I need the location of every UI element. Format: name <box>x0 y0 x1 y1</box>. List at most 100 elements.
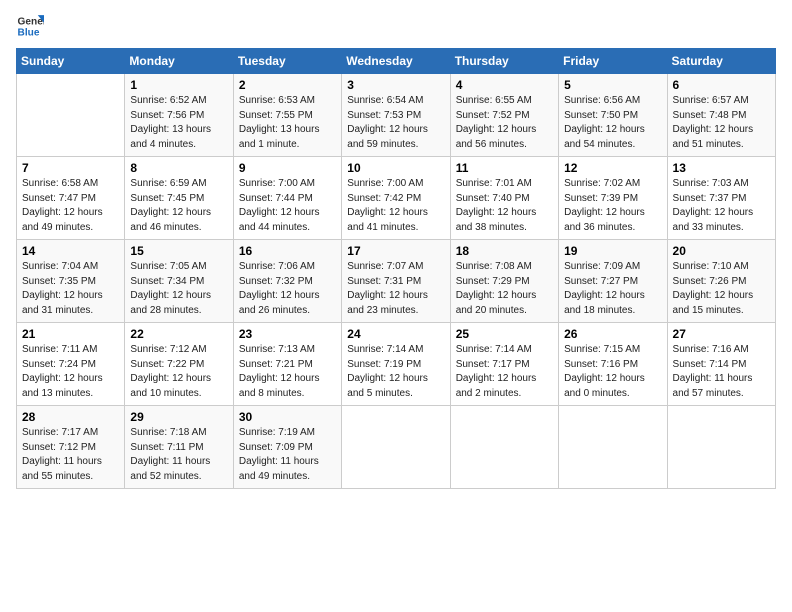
day-number: 16 <box>239 244 336 258</box>
calendar-cell: 13Sunrise: 7:03 AM Sunset: 7:37 PM Dayli… <box>667 157 775 240</box>
calendar-week-0: 1Sunrise: 6:52 AM Sunset: 7:56 PM Daylig… <box>17 74 776 157</box>
calendar-cell <box>342 406 450 489</box>
calendar-cell: 30 Sunrise: 7:19 AM Sunset: 7:09 PM Dayli… <box>233 406 341 489</box>
header: General Blue <box>16 12 776 40</box>
day-number: 10 <box>347 161 444 175</box>
day-number: 2 <box>239 78 336 92</box>
day-info: Sunrise: 7:11 AM Sunset: 7:24 PM Dayligh… <box>22 343 119 401</box>
day-info: Sunrise: 7:06 AM Sunset: 7:32 PM Dayligh… <box>239 260 336 318</box>
day-number: 22 <box>130 327 227 341</box>
day-info: Sunrise: 7:08 AM Sunset: 7:29 PM Dayligh… <box>456 260 553 318</box>
day-number: 19 <box>564 244 661 258</box>
logo: General Blue <box>16 12 48 40</box>
calendar-cell <box>667 406 775 489</box>
day-info: Sunrise: 6:58 AM Sunset: 7:47 PM Dayligh… <box>22 177 119 235</box>
day-number: 21 <box>22 327 119 341</box>
weekday-sunday: Sunday <box>17 49 125 74</box>
calendar-cell: 27 Sunrise: 7:16 AM Sunset: 7:14 PM Dayli… <box>667 323 775 406</box>
day-number: 23 <box>239 327 336 341</box>
day-info: Sunrise: 7:00 AM Sunset: 7:44 PM Dayligh… <box>239 177 336 235</box>
calendar-cell: 19 Sunrise: 7:09 AM Sunset: 7:27 PM Dayli… <box>559 240 667 323</box>
calendar-cell: 7 Sunrise: 6:58 AM Sunset: 7:47 PM Daylig… <box>17 157 125 240</box>
svg-text:General: General <box>18 16 44 27</box>
day-info: Sunrise: 7:17 AM Sunset: 7:12 PM Dayligh… <box>22 426 119 484</box>
day-number: 14 <box>22 244 119 258</box>
calendar-week-1: 7 Sunrise: 6:58 AM Sunset: 7:47 PM Daylig… <box>17 157 776 240</box>
logo-icon: General Blue <box>16 12 44 40</box>
calendar-week-2: 14 Sunrise: 7:04 AM Sunset: 7:35 PM Dayli… <box>17 240 776 323</box>
calendar-cell: 14 Sunrise: 7:04 AM Sunset: 7:35 PM Dayli… <box>17 240 125 323</box>
calendar-cell: 17 Sunrise: 7:07 AM Sunset: 7:31 PM Dayli… <box>342 240 450 323</box>
day-number: 18 <box>456 244 553 258</box>
day-number: 30 <box>239 410 336 424</box>
calendar-cell: 3Sunrise: 6:54 AM Sunset: 7:53 PM Daylig… <box>342 74 450 157</box>
calendar-cell: 23 Sunrise: 7:13 AM Sunset: 7:21 PM Dayli… <box>233 323 341 406</box>
day-info: Sunrise: 7:18 AM Sunset: 7:11 PM Dayligh… <box>130 426 227 484</box>
day-info: Sunrise: 6:59 AM Sunset: 7:45 PM Dayligh… <box>130 177 227 235</box>
day-info: Sunrise: 7:10 AM Sunset: 7:26 PM Dayligh… <box>673 260 770 318</box>
day-number: 6 <box>673 78 770 92</box>
calendar-cell: 29 Sunrise: 7:18 AM Sunset: 7:11 PM Dayli… <box>125 406 233 489</box>
day-info: Sunrise: 7:16 AM Sunset: 7:14 PM Dayligh… <box>673 343 770 401</box>
day-number: 3 <box>347 78 444 92</box>
weekday-friday: Friday <box>559 49 667 74</box>
weekday-monday: Monday <box>125 49 233 74</box>
calendar-cell: 21 Sunrise: 7:11 AM Sunset: 7:24 PM Dayli… <box>17 323 125 406</box>
day-info: Sunrise: 7:04 AM Sunset: 7:35 PM Dayligh… <box>22 260 119 318</box>
day-number: 26 <box>564 327 661 341</box>
day-number: 11 <box>456 161 553 175</box>
calendar-cell <box>17 74 125 157</box>
calendar-cell: 1Sunrise: 6:52 AM Sunset: 7:56 PM Daylig… <box>125 74 233 157</box>
day-info: Sunrise: 7:07 AM Sunset: 7:31 PM Dayligh… <box>347 260 444 318</box>
calendar-cell: 8 Sunrise: 6:59 AM Sunset: 7:45 PM Daylig… <box>125 157 233 240</box>
calendar-table: SundayMondayTuesdayWednesdayThursdayFrid… <box>16 48 776 489</box>
day-number: 27 <box>673 327 770 341</box>
calendar-cell <box>559 406 667 489</box>
calendar-week-3: 21 Sunrise: 7:11 AM Sunset: 7:24 PM Dayli… <box>17 323 776 406</box>
day-number: 13 <box>673 161 770 175</box>
weekday-saturday: Saturday <box>667 49 775 74</box>
calendar-cell: 6Sunrise: 6:57 AM Sunset: 7:48 PM Daylig… <box>667 74 775 157</box>
calendar-cell: 16 Sunrise: 7:06 AM Sunset: 7:32 PM Dayli… <box>233 240 341 323</box>
svg-text:Blue: Blue <box>18 27 40 38</box>
day-number: 12 <box>564 161 661 175</box>
calendar-cell: 9 Sunrise: 7:00 AM Sunset: 7:44 PM Daylig… <box>233 157 341 240</box>
day-number: 5 <box>564 78 661 92</box>
day-info: Sunrise: 7:05 AM Sunset: 7:34 PM Dayligh… <box>130 260 227 318</box>
day-number: 25 <box>456 327 553 341</box>
day-number: 24 <box>347 327 444 341</box>
calendar-cell: 12 Sunrise: 7:02 AM Sunset: 7:39 PM Dayli… <box>559 157 667 240</box>
calendar-cell: 18 Sunrise: 7:08 AM Sunset: 7:29 PM Dayli… <box>450 240 558 323</box>
calendar-cell: 10 Sunrise: 7:00 AM Sunset: 7:42 PM Dayli… <box>342 157 450 240</box>
day-number: 17 <box>347 244 444 258</box>
calendar-week-4: 28 Sunrise: 7:17 AM Sunset: 7:12 PM Dayli… <box>17 406 776 489</box>
calendar-cell: 2Sunrise: 6:53 AM Sunset: 7:55 PM Daylig… <box>233 74 341 157</box>
calendar-page: General Blue SundayMondayTuesdayWednesda… <box>0 0 792 612</box>
day-info: Sunrise: 7:19 AM Sunset: 7:09 PM Dayligh… <box>239 426 336 484</box>
day-info: Sunrise: 7:12 AM Sunset: 7:22 PM Dayligh… <box>130 343 227 401</box>
calendar-cell: 26Sunrise: 7:15 AM Sunset: 7:16 PM Dayli… <box>559 323 667 406</box>
weekday-thursday: Thursday <box>450 49 558 74</box>
calendar-cell <box>450 406 558 489</box>
day-number: 15 <box>130 244 227 258</box>
day-info: Sunrise: 7:14 AM Sunset: 7:17 PM Dayligh… <box>456 343 553 401</box>
calendar-cell: 5 Sunrise: 6:56 AM Sunset: 7:50 PM Daylig… <box>559 74 667 157</box>
weekday-header-row: SundayMondayTuesdayWednesdayThursdayFrid… <box>17 49 776 74</box>
day-number: 29 <box>130 410 227 424</box>
day-info: Sunrise: 7:09 AM Sunset: 7:27 PM Dayligh… <box>564 260 661 318</box>
day-number: 8 <box>130 161 227 175</box>
day-info: Sunrise: 7:13 AM Sunset: 7:21 PM Dayligh… <box>239 343 336 401</box>
calendar-cell: 25 Sunrise: 7:14 AM Sunset: 7:17 PM Dayli… <box>450 323 558 406</box>
day-info: Sunrise: 6:55 AM Sunset: 7:52 PM Dayligh… <box>456 94 553 152</box>
calendar-cell: 28 Sunrise: 7:17 AM Sunset: 7:12 PM Dayli… <box>17 406 125 489</box>
day-number: 9 <box>239 161 336 175</box>
day-info: Sunrise: 7:01 AM Sunset: 7:40 PM Dayligh… <box>456 177 553 235</box>
day-number: 7 <box>22 161 119 175</box>
calendar-cell: 20 Sunrise: 7:10 AM Sunset: 7:26 PM Dayli… <box>667 240 775 323</box>
day-number: 4 <box>456 78 553 92</box>
day-info: Sunrise: 7:02 AM Sunset: 7:39 PM Dayligh… <box>564 177 661 235</box>
day-number: 28 <box>22 410 119 424</box>
day-info: Sunrise: 6:56 AM Sunset: 7:50 PM Dayligh… <box>564 94 661 152</box>
day-number: 20 <box>673 244 770 258</box>
day-info: Sunrise: 7:00 AM Sunset: 7:42 PM Dayligh… <box>347 177 444 235</box>
